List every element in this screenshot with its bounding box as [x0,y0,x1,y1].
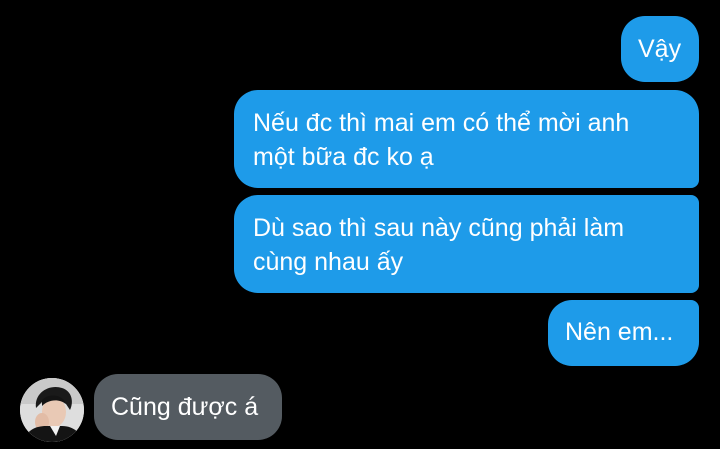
sent-message-bubble[interactable]: Dù sao thì sau này cũng phải làm cùng nh… [234,195,699,293]
message-text: Cũng được á [111,393,259,421]
sent-message-bubble[interactable]: Nếu đc thì mai em có thể mời anh một bữa… [234,90,699,188]
received-message-bubble[interactable]: Cũng được á [94,374,282,440]
person-avatar-icon [20,378,84,442]
message-text: Vậy [638,35,682,63]
sent-message-bubble[interactable]: Nên em... [548,300,699,366]
contact-avatar[interactable] [20,378,84,442]
message-text: Nếu đc thì mai em có thể mời anh [253,109,630,137]
message-text: Nên em... [565,318,674,346]
message-text: Dù sao thì sau này cũng phải làm [253,214,625,242]
message-text: một bữa đc ko ạ [253,143,434,171]
sent-message-bubble[interactable]: Vậy [621,16,699,82]
message-text: cùng nhau ấy [253,248,404,276]
